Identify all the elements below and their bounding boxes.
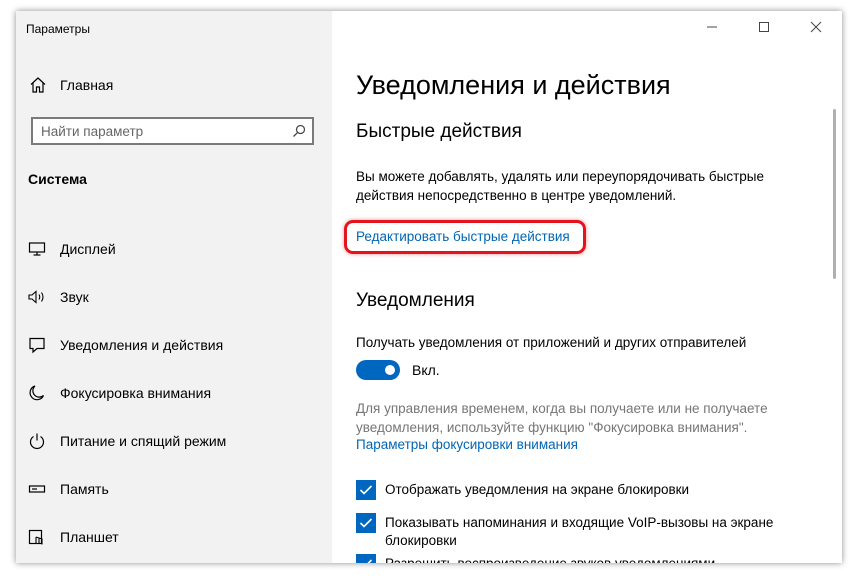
checkbox-label: Отображать уведомления на экране блокиро…: [385, 482, 690, 497]
notifications-toggle-caption: Получать уведомления от приложений и дру…: [356, 335, 747, 350]
edit-quick-actions-link[interactable]: Редактировать быстрые действия: [356, 229, 570, 244]
settings-window: Параметры Главная Система Дисплей: [16, 11, 842, 563]
sidebar-item-sound[interactable]: Звук: [26, 273, 326, 321]
storage-icon: [26, 478, 48, 500]
sidebar-item-label: Дисплей: [60, 241, 116, 257]
sidebar-item-focus-assist[interactable]: Фокусировка внимания: [26, 369, 326, 417]
sidebar-item-label: Фокусировка внимания: [60, 385, 212, 401]
lock-screen-notifications-checkbox[interactable]: [356, 480, 376, 500]
notifications-toggle-row: Вкл.: [356, 360, 440, 380]
sidebar-item-tablet[interactable]: Планшет: [26, 513, 326, 561]
home-icon: [26, 73, 50, 97]
window-controls: [686, 11, 842, 43]
minimize-icon: [707, 26, 717, 28]
scrollbar[interactable]: [833, 109, 836, 279]
reminders-voip-checkbox[interactable]: [356, 513, 376, 533]
close-button[interactable]: [790, 11, 842, 43]
close-icon: [810, 21, 822, 33]
sidebar-item-label: Уведомления и действия: [60, 337, 224, 353]
sidebar-item-power[interactable]: Питание и спящий режим: [26, 417, 326, 465]
focus-assist-hint: Для управления временем, когда вы получа…: [356, 401, 768, 435]
sidebar-item-label: Планшет: [60, 529, 119, 545]
notification-sounds-checkbox[interactable]: [356, 554, 376, 563]
sidebar-section-title: Система: [28, 171, 87, 187]
sidebar: Параметры Главная Система Дисплей: [16, 11, 332, 563]
sidebar-item-label: Питание и спящий режим: [60, 433, 227, 449]
notifications-toggle[interactable]: [356, 360, 400, 380]
main-content: Уведомления и действия Быстрые действия …: [332, 11, 842, 563]
sidebar-item-storage[interactable]: Память: [26, 465, 326, 513]
notifications-heading: Уведомления: [356, 290, 475, 311]
search-icon[interactable]: [286, 119, 312, 143]
speaker-icon: [26, 286, 48, 308]
focus-assist-settings-link[interactable]: Параметры фокусировки внимания: [356, 437, 578, 452]
minimize-button[interactable]: [686, 11, 738, 43]
toggle-state-label: Вкл.: [412, 362, 440, 378]
window-title: Параметры: [26, 22, 90, 36]
sidebar-item-display[interactable]: Дисплей: [26, 225, 326, 273]
notification-icon: [26, 334, 48, 356]
checkbox-row: Разрешить воспроизведение звуков уведомл…: [356, 554, 796, 563]
sidebar-item-notifications[interactable]: Уведомления и действия: [26, 321, 326, 369]
tablet-icon: [26, 526, 48, 548]
page-title: Уведомления и действия: [356, 70, 671, 100]
quick-actions-heading: Быстрые действия: [356, 121, 522, 142]
sidebar-item-label: Память: [60, 481, 109, 497]
sidebar-home-label: Главная: [60, 77, 114, 93]
maximize-button[interactable]: [738, 11, 790, 43]
power-icon: [26, 430, 48, 452]
sidebar-item-label: Звук: [60, 289, 89, 305]
checkbox-row: Отображать уведомления на экране блокиро…: [356, 480, 796, 500]
moon-icon: [26, 382, 48, 404]
sidebar-nav: Дисплей Звук Уведомления и действия Фоку…: [26, 225, 326, 561]
checkmark-icon: [359, 485, 373, 495]
quick-actions-description: Вы можете добавлять, удалять или переупо…: [356, 169, 764, 203]
search-input[interactable]: [33, 120, 286, 142]
maximize-icon: [759, 22, 769, 32]
checkbox-label: Показывать напоминания и входящие VoIP-в…: [385, 515, 774, 548]
checkbox-row: Показывать напоминания и входящие VoIP-в…: [356, 513, 796, 550]
display-icon: [26, 238, 48, 260]
checkmark-icon: [367, 559, 373, 563]
sidebar-home[interactable]: Главная: [26, 73, 316, 97]
checkmark-icon: [359, 518, 373, 528]
search-box[interactable]: [31, 117, 314, 145]
checkbox-label: Разрешить воспроизведение звуков уведомл…: [385, 555, 715, 563]
